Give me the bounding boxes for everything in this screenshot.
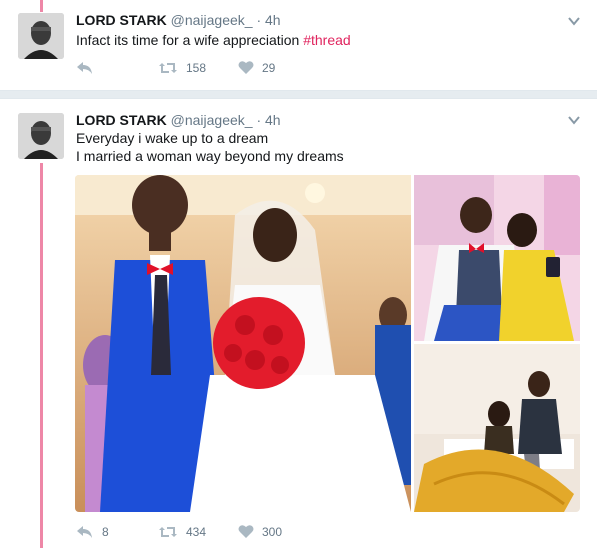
hashtag-link[interactable]: #thread bbox=[303, 32, 350, 48]
separator: · bbox=[256, 12, 262, 28]
author-handle[interactable]: @naijageek_ bbox=[171, 112, 253, 128]
retweet-button[interactable]: 158 bbox=[158, 60, 206, 76]
like-count: 300 bbox=[262, 524, 283, 539]
tweet-2[interactable]: LORD STARK @naijageek_ · 4h Everyday i w… bbox=[0, 98, 597, 548]
gown-photo[interactable] bbox=[414, 344, 580, 512]
chevron-down-icon[interactable] bbox=[567, 14, 581, 28]
tweet-text: Infact its time for a wife appreciation … bbox=[76, 31, 351, 49]
reply-button[interactable] bbox=[76, 60, 94, 76]
reply-button[interactable]: 8 bbox=[76, 524, 109, 540]
thread-connector bbox=[40, 0, 43, 12]
tweet-header: LORD STARK @naijageek_ · 4h bbox=[76, 12, 281, 28]
couple-photo[interactable] bbox=[414, 175, 580, 341]
tweet-text-line: I married a woman way beyond my dreams bbox=[76, 148, 344, 164]
like-count: 29 bbox=[262, 60, 276, 75]
retweet-icon bbox=[158, 524, 178, 540]
retweet-count: 158 bbox=[186, 61, 207, 75]
tweet-1[interactable]: LORD STARK @naijageek_ · 4h Infact its t… bbox=[0, 0, 597, 91]
author-name[interactable]: LORD STARK bbox=[76, 12, 167, 28]
author-handle[interactable]: @naijageek_ bbox=[171, 12, 253, 28]
timestamp[interactable]: 4h bbox=[265, 12, 281, 28]
tweet-text: Everyday i wake up to a dream I married … bbox=[76, 129, 344, 165]
separator: · bbox=[256, 112, 262, 128]
heart-icon bbox=[238, 524, 254, 539]
retweet-icon bbox=[158, 60, 178, 76]
like-button[interactable]: 300 bbox=[238, 524, 282, 539]
avatar[interactable] bbox=[18, 13, 64, 59]
media-grid[interactable] bbox=[75, 175, 580, 512]
wedding-photo[interactable] bbox=[75, 175, 411, 512]
chevron-down-icon[interactable] bbox=[567, 113, 581, 127]
author-name[interactable]: LORD STARK bbox=[76, 112, 167, 128]
avatar[interactable] bbox=[18, 113, 64, 159]
reply-count: 8 bbox=[102, 525, 109, 539]
reply-icon bbox=[76, 60, 94, 76]
reply-icon bbox=[76, 524, 94, 540]
timestamp[interactable]: 4h bbox=[265, 112, 281, 128]
tweet-text-body: Infact its time for a wife appreciation bbox=[76, 32, 304, 48]
tweet-header: LORD STARK @naijageek_ · 4h bbox=[76, 112, 281, 128]
retweet-count: 434 bbox=[186, 525, 207, 539]
like-button[interactable]: 29 bbox=[238, 60, 275, 75]
heart-icon bbox=[238, 60, 254, 75]
thread-connector bbox=[40, 163, 43, 548]
tweet-text-line: Everyday i wake up to a dream bbox=[76, 130, 269, 146]
retweet-button[interactable]: 434 bbox=[158, 524, 206, 540]
